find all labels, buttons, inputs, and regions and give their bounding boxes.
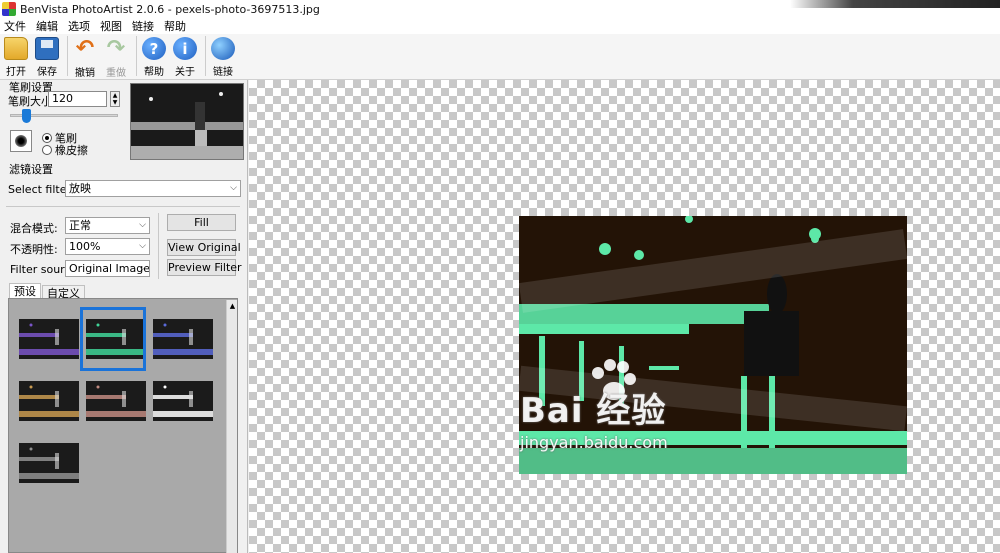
save-label: 保存 <box>37 67 57 78</box>
menu-help[interactable]: 帮助 <box>164 18 186 34</box>
filter-select-value: 放映 <box>69 182 91 195</box>
link-button[interactable]: 链接 <box>209 34 237 78</box>
redo-button[interactable]: ↷ 重做 <box>102 34 130 80</box>
toolbar-separator <box>67 36 68 76</box>
brush-shape-preview <box>10 130 32 152</box>
preview-filter-button[interactable]: Preview Filter <box>167 259 242 276</box>
app-window: BenVista PhotoArtist 2.0.6 - pexels-phot… <box>0 0 1000 553</box>
menu-link[interactable]: 链接 <box>132 18 154 34</box>
floppy-disk-icon <box>35 37 59 60</box>
eraser-mode-label: 橡皮擦 <box>55 144 88 157</box>
navigator-thumbnail[interactable] <box>130 83 244 160</box>
scroll-up-arrow-icon[interactable]: ▲ <box>227 300 238 312</box>
vertical-divider <box>158 213 159 279</box>
redo-arrow-icon: ↷ <box>106 36 126 61</box>
watermark-logo-text: Bai 经验 <box>520 391 667 431</box>
menu-view[interactable]: 视图 <box>100 18 122 34</box>
brush-size-input[interactable]: 120 <box>48 91 107 107</box>
menu-file[interactable]: 文件 <box>4 18 26 34</box>
chevron-down-icon: ⌵ <box>230 183 237 193</box>
info-icon: i <box>173 37 197 60</box>
toolbar: 打开 保存 ↶ 撤销 ↷ 重做 ? 帮助 i 关于 链接 <box>0 34 1000 80</box>
title-bar: BenVista PhotoArtist 2.0.6 - pexels-phot… <box>0 0 1000 18</box>
settings-panel: 笔刷设置 笔刷大小: 120 ▲ ▼ 笔刷 橡皮擦 滤镜设置 Select fi… <box>0 80 248 553</box>
blend-mode-value: 正常 <box>69 219 91 232</box>
preset-gallery <box>8 298 238 553</box>
radio-dot <box>42 145 52 155</box>
help-label: 帮助 <box>144 67 164 78</box>
opacity-select[interactable]: 100% ⌵ <box>65 238 150 255</box>
opacity-value: 100% <box>69 240 101 253</box>
blend-mode-label: 混合模式: <box>10 222 58 235</box>
toolbar-separator <box>136 36 137 76</box>
preset-thumbnail[interactable] <box>153 319 213 359</box>
undo-label: 撤销 <box>75 68 95 79</box>
eraser-mode-radio[interactable]: 橡皮擦 <box>42 142 88 158</box>
menu-options[interactable]: 选项 <box>68 18 90 34</box>
title-bar-decoration <box>790 0 1000 8</box>
chevron-down-icon: ⌵ <box>139 220 146 230</box>
image-canvas[interactable] <box>249 80 1000 553</box>
about-label: 关于 <box>175 67 195 78</box>
blend-mode-select[interactable]: 正常 ⌵ <box>65 217 150 234</box>
redo-label: 重做 <box>106 68 126 79</box>
filter-settings-title: 滤镜设置 <box>9 163 53 176</box>
preset-thumbnail[interactable] <box>19 381 79 421</box>
baidu-watermark: Bai 经验 jingyan.baidu.com <box>520 359 750 473</box>
brush-size-slider-thumb[interactable] <box>22 109 32 123</box>
undo-arrow-icon: ↶ <box>75 36 95 61</box>
app-icon <box>2 2 16 16</box>
filter-source-value: Original Image <box>69 262 150 275</box>
folder-icon <box>4 37 28 60</box>
open-label: 打开 <box>6 67 26 78</box>
filter-source-select[interactable]: Original Image ⌵ <box>65 260 150 277</box>
menu-edit[interactable]: 编辑 <box>36 18 58 34</box>
chevron-down-icon: ⌵ <box>139 241 146 251</box>
open-button[interactable]: 打开 <box>2 34 30 78</box>
toolbar-separator <box>205 36 206 76</box>
view-original-button[interactable]: View Original <box>167 239 241 256</box>
link-label: 链接 <box>213 67 233 78</box>
window-title: BenVista PhotoArtist 2.0.6 - pexels-phot… <box>20 2 320 16</box>
help-question-icon: ? <box>142 37 166 60</box>
navigator-thumbnail-image <box>131 84 243 159</box>
undo-button[interactable]: ↶ 撤销 <box>71 34 99 80</box>
watermark-url: jingyan.baidu.com <box>520 433 668 452</box>
preset-scrollbar[interactable]: ▲ <box>226 300 237 553</box>
fill-button[interactable]: Fill <box>167 214 236 231</box>
preset-thumbnail[interactable] <box>19 443 79 483</box>
preset-selection-highlight <box>80 307 146 371</box>
brush-size-stepper[interactable]: ▲ ▼ <box>110 91 120 107</box>
preset-thumbnail[interactable] <box>153 381 213 421</box>
menu-bar: 文件 编辑 选项 视图 链接 帮助 <box>0 18 1000 34</box>
save-button[interactable]: 保存 <box>33 34 61 78</box>
help-button[interactable]: ? 帮助 <box>140 34 168 78</box>
opacity-label: 不透明性: <box>10 243 58 256</box>
filter-select[interactable]: 放映 ⌵ <box>65 180 241 197</box>
preset-thumbnail[interactable] <box>19 319 79 359</box>
section-divider <box>6 206 240 207</box>
preset-thumbnail[interactable] <box>86 381 146 421</box>
about-button[interactable]: i 关于 <box>171 34 199 78</box>
globe-icon <box>211 37 235 60</box>
chevron-down-icon: ⌵ <box>139 263 146 273</box>
